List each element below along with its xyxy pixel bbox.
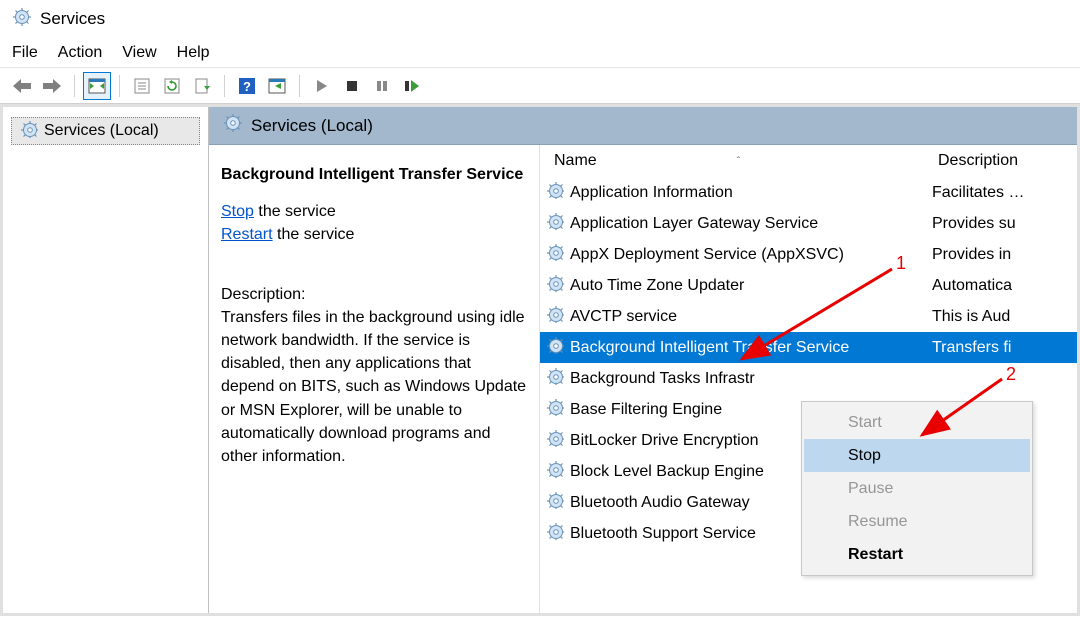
sort-icon: ˆ (737, 156, 740, 167)
menu-action[interactable]: Action (58, 44, 102, 62)
context-menu: Start Stop Pause Resume Restart (801, 401, 1033, 576)
service-name-text: Base Filtering Engine (570, 401, 722, 419)
menu-bar: File Action View Help (0, 38, 1080, 68)
stop-suffix: the service (254, 203, 336, 220)
service-name-text: Background Tasks Infrastr (570, 370, 755, 388)
service-row[interactable]: AVCTP service This is Aud (540, 301, 1077, 332)
menu-help[interactable]: Help (177, 44, 210, 62)
toolbar-separator (119, 75, 120, 97)
service-desc-text: Provides su (932, 215, 1016, 233)
forward-button[interactable] (38, 72, 66, 100)
main-area: Services (Local) Services (Local) Backgr… (0, 104, 1080, 616)
context-stop[interactable]: Stop (804, 439, 1030, 472)
gear-icon (546, 491, 564, 514)
toolbar: ? (0, 68, 1080, 104)
description-text: Transfers files in the background using … (221, 306, 527, 468)
context-restart[interactable]: Restart (804, 538, 1030, 571)
stop-service-link[interactable]: Stop (221, 203, 254, 220)
toolbar-separator (224, 75, 225, 97)
restart-service-link[interactable]: Restart (221, 226, 273, 243)
tree-pane: Services (Local) (3, 107, 209, 613)
gear-icon (546, 522, 564, 545)
right-pane: Services (Local) Background Intelligent … (209, 107, 1077, 613)
back-button[interactable] (8, 72, 36, 100)
service-row[interactable]: AppX Deployment Service (AppXSVC) Provide… (540, 239, 1077, 270)
gear-icon (546, 429, 564, 452)
stop-service-button[interactable] (338, 72, 366, 100)
service-name-text: Bluetooth Audio Gateway (570, 494, 750, 512)
column-description[interactable]: Description (938, 152, 1018, 170)
service-name-text: Auto Time Zone Updater (570, 277, 744, 295)
right-header-text: Services (Local) (251, 116, 373, 136)
restart-service-button[interactable] (398, 72, 426, 100)
show-hide-action-button[interactable] (263, 72, 291, 100)
description-label: Description: (221, 283, 527, 306)
toolbar-separator (74, 75, 75, 97)
service-desc-text: Provides in (932, 246, 1011, 264)
context-pause[interactable]: Pause (804, 472, 1030, 505)
service-desc-text: Transfers fi (932, 339, 1011, 357)
context-resume[interactable]: Resume (804, 505, 1030, 538)
pause-service-button[interactable] (368, 72, 396, 100)
start-service-button[interactable] (308, 72, 336, 100)
service-name-text: Application Information (570, 184, 733, 202)
properties-button[interactable] (128, 72, 156, 100)
detail-service-name: Background Intelligent Transfer Service (221, 163, 527, 186)
gear-icon (546, 398, 564, 421)
service-desc-text: This is Aud (932, 308, 1010, 326)
gear-icon (546, 181, 564, 204)
menu-file[interactable]: File (12, 44, 38, 62)
service-name-text: Bluetooth Support Service (570, 525, 756, 543)
service-name-text: AppX Deployment Service (AppXSVC) (570, 246, 844, 264)
help-button[interactable]: ? (233, 72, 261, 100)
gear-icon (546, 212, 564, 235)
service-detail-panel: Background Intelligent Transfer Service … (209, 145, 539, 613)
service-name-text: Background Intelligent Transfer Service (570, 339, 849, 357)
window-title: Services (40, 9, 105, 29)
gear-icon (20, 120, 38, 143)
service-name-text: BitLocker Drive Encryption (570, 432, 759, 450)
gear-icon (546, 336, 564, 359)
svg-text:?: ? (243, 79, 251, 94)
export-button[interactable] (188, 72, 216, 100)
service-name-text: Application Layer Gateway Service (570, 215, 818, 233)
gear-icon (546, 305, 564, 328)
service-row[interactable]: Application Information Facilitates … (540, 177, 1077, 208)
right-pane-header: Services (Local) (209, 107, 1077, 145)
menu-view[interactable]: View (122, 44, 156, 62)
app-gear-icon (12, 7, 32, 32)
service-name-text: Block Level Backup Engine (570, 463, 764, 481)
gear-icon (546, 460, 564, 483)
service-desc-text: Facilitates … (932, 184, 1024, 202)
service-list: Name ˆ Description Application Informati… (539, 145, 1077, 613)
service-row[interactable]: Application Layer Gateway Service Provide… (540, 208, 1077, 239)
gear-icon (546, 243, 564, 266)
list-header: Name ˆ Description (540, 145, 1077, 177)
toolbar-separator (299, 75, 300, 97)
gear-icon (546, 274, 564, 297)
gear-icon (223, 113, 243, 138)
tree-services-local[interactable]: Services (Local) (11, 117, 200, 145)
service-desc-text: Automatica (932, 277, 1012, 295)
service-row[interactable]: Background Tasks Infrastr (540, 363, 1077, 394)
column-name[interactable]: Name ˆ (546, 152, 938, 170)
service-name-text: AVCTP service (570, 308, 677, 326)
show-hide-tree-button[interactable] (83, 72, 111, 100)
refresh-button[interactable] (158, 72, 186, 100)
service-row[interactable]: Background Intelligent Transfer Service T… (540, 332, 1077, 363)
tree-item-label: Services (Local) (44, 122, 159, 140)
service-row[interactable]: Auto Time Zone Updater Automatica (540, 270, 1077, 301)
title-bar: Services (0, 0, 1080, 38)
context-start[interactable]: Start (804, 406, 1030, 439)
restart-suffix: the service (273, 226, 355, 243)
gear-icon (546, 367, 564, 390)
